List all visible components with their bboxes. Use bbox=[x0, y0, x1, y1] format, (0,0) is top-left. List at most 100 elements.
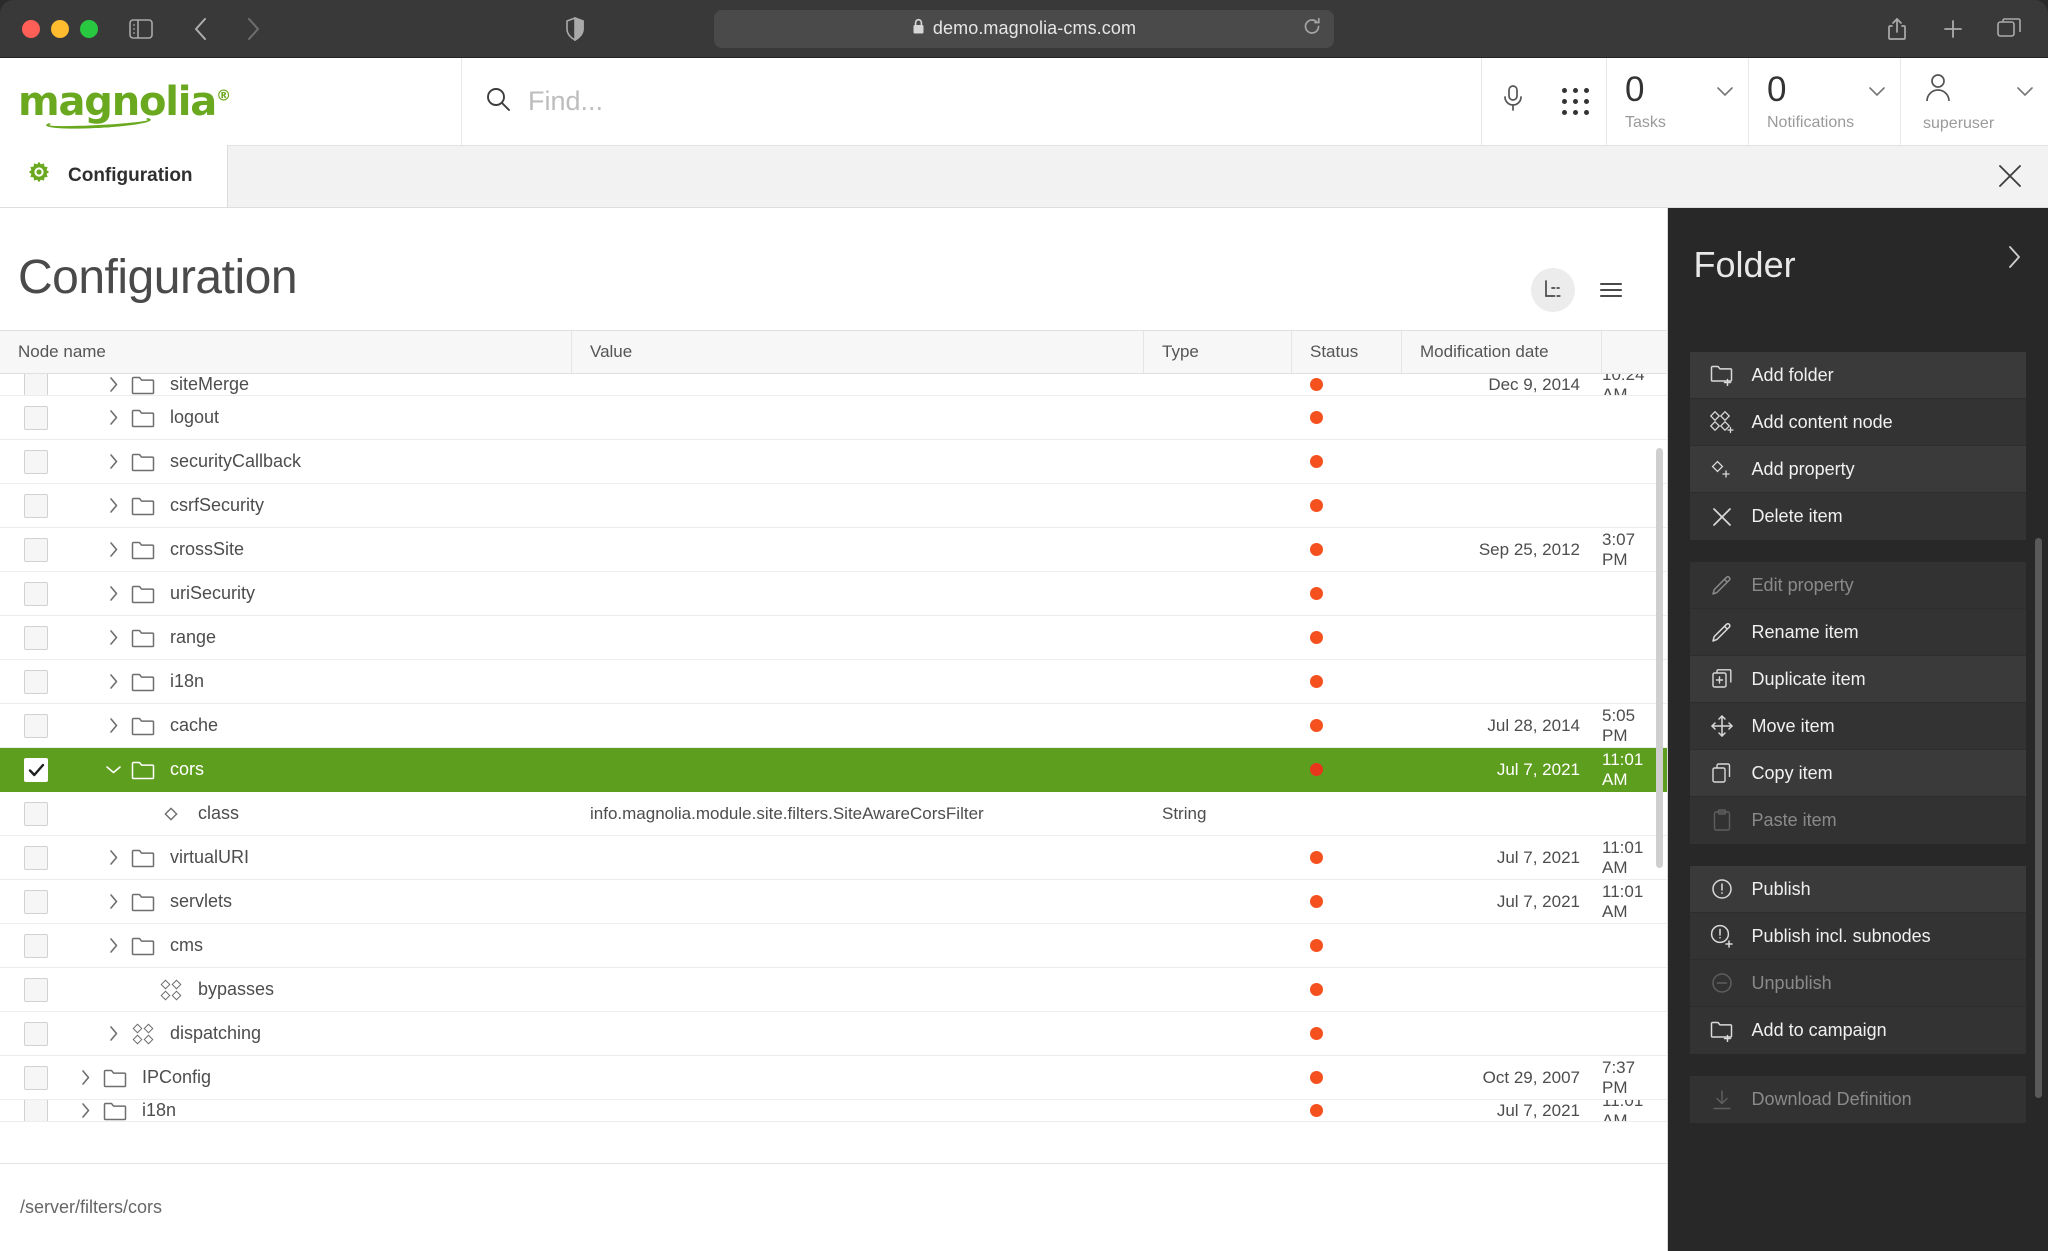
action-duplicate-item[interactable]: Duplicate item bbox=[1690, 656, 2026, 703]
row-checkbox[interactable] bbox=[24, 758, 48, 782]
chevron-down-icon[interactable] bbox=[1716, 84, 1734, 102]
table-row[interactable]: uriSecurity bbox=[0, 572, 1667, 616]
table-row[interactable]: securityCallback bbox=[0, 440, 1667, 484]
minimize-window-button[interactable] bbox=[51, 20, 69, 38]
table-row[interactable]: cms bbox=[0, 924, 1667, 968]
row-checkbox[interactable] bbox=[24, 846, 48, 870]
expand-toggle-icon[interactable] bbox=[100, 764, 126, 775]
table-row[interactable]: bypasses bbox=[0, 968, 1667, 1012]
expand-toggle-icon[interactable] bbox=[100, 376, 126, 393]
action-publish-incl-subnodes[interactable]: Publish incl. subnodes bbox=[1690, 913, 2026, 960]
row-checkbox-cell[interactable] bbox=[0, 836, 72, 879]
maximize-window-button[interactable] bbox=[80, 20, 98, 38]
row-checkbox[interactable] bbox=[24, 538, 48, 562]
action-move-item[interactable]: Move item bbox=[1690, 703, 2026, 750]
node-name-cell[interactable]: crossSite bbox=[72, 528, 572, 571]
address-bar[interactable]: demo.magnolia-cms.com bbox=[714, 10, 1334, 48]
table-row[interactable]: crossSiteSep 25, 20123:07 PM bbox=[0, 528, 1667, 572]
node-name-cell[interactable]: virtualURI bbox=[72, 836, 572, 879]
back-arrow-icon[interactable] bbox=[184, 12, 218, 46]
row-checkbox-cell[interactable] bbox=[0, 1056, 72, 1099]
row-checkbox-cell[interactable] bbox=[0, 484, 72, 527]
row-checkbox[interactable] bbox=[24, 978, 48, 1002]
expand-toggle-icon[interactable] bbox=[100, 673, 126, 690]
action-panel-scrollbar[interactable] bbox=[2035, 538, 2042, 1098]
expand-toggle-icon[interactable] bbox=[100, 893, 126, 910]
column-header-modification-date[interactable]: Modification date bbox=[1402, 331, 1602, 373]
column-header-node-name[interactable]: Node name bbox=[0, 331, 572, 373]
row-checkbox-cell[interactable] bbox=[0, 1100, 72, 1121]
expand-toggle-icon[interactable] bbox=[100, 497, 126, 514]
row-checkbox-cell[interactable] bbox=[0, 792, 72, 835]
node-name-cell[interactable]: cache bbox=[72, 704, 572, 747]
sidebar-toggle-icon[interactable] bbox=[124, 12, 158, 46]
action-copy-item[interactable]: Copy item bbox=[1690, 750, 2026, 797]
list-view-icon[interactable] bbox=[1589, 268, 1633, 312]
chevron-down-icon[interactable] bbox=[1868, 84, 1886, 102]
node-name-cell[interactable]: siteMerge bbox=[72, 374, 572, 395]
global-search[interactable]: Find... bbox=[462, 58, 1482, 145]
node-name-cell[interactable]: range bbox=[72, 616, 572, 659]
table-row[interactable]: dispatching bbox=[0, 1012, 1667, 1056]
node-name-cell[interactable]: cors bbox=[72, 748, 572, 791]
node-name-cell[interactable]: servlets bbox=[72, 880, 572, 923]
table-row[interactable]: range bbox=[0, 616, 1667, 660]
expand-toggle-icon[interactable] bbox=[100, 937, 126, 954]
node-name-cell[interactable]: class bbox=[72, 792, 572, 835]
row-checkbox-cell[interactable] bbox=[0, 396, 72, 439]
row-checkbox[interactable] bbox=[24, 1022, 48, 1046]
table-row[interactable]: i18n bbox=[0, 660, 1667, 704]
expand-toggle-icon[interactable] bbox=[72, 1069, 98, 1086]
action-add-to-campaign[interactable]: Add to campaign bbox=[1690, 1007, 2026, 1054]
row-checkbox[interactable] bbox=[24, 934, 48, 958]
privacy-shield-icon[interactable] bbox=[558, 12, 592, 46]
show-tabs-icon[interactable] bbox=[1992, 12, 2026, 46]
row-checkbox[interactable] bbox=[24, 714, 48, 738]
node-name-cell[interactable]: IPConfig bbox=[72, 1056, 572, 1099]
row-checkbox[interactable] bbox=[24, 1100, 48, 1122]
action-delete-item[interactable]: Delete item bbox=[1690, 493, 2026, 540]
search-input[interactable]: Find... bbox=[528, 86, 603, 117]
row-checkbox-cell[interactable] bbox=[0, 660, 72, 703]
table-row[interactable]: logout bbox=[0, 396, 1667, 440]
new-tab-icon[interactable] bbox=[1936, 12, 1970, 46]
row-checkbox-cell[interactable] bbox=[0, 616, 72, 659]
close-window-button[interactable] bbox=[22, 20, 40, 38]
node-name-cell[interactable]: uriSecurity bbox=[72, 572, 572, 615]
table-row[interactable]: IPConfigOct 29, 20077:37 PM bbox=[0, 1056, 1667, 1100]
voice-search-button[interactable] bbox=[1482, 58, 1544, 145]
table-row[interactable]: csrfSecurity bbox=[0, 484, 1667, 528]
forward-arrow-icon[interactable] bbox=[236, 12, 270, 46]
apps-launcher-button[interactable] bbox=[1544, 58, 1606, 145]
action-add-property[interactable]: Add property bbox=[1690, 446, 2026, 493]
row-checkbox[interactable] bbox=[24, 1066, 48, 1090]
row-checkbox-cell[interactable] bbox=[0, 440, 72, 483]
table-row[interactable]: classinfo.magnolia.module.site.filters.S… bbox=[0, 792, 1667, 836]
table-row[interactable]: servletsJul 7, 202111:01 AM bbox=[0, 880, 1667, 924]
row-checkbox[interactable] bbox=[24, 802, 48, 826]
action-publish[interactable]: Publish bbox=[1690, 866, 2026, 913]
expand-toggle-icon[interactable] bbox=[100, 849, 126, 866]
node-name-cell[interactable]: securityCallback bbox=[72, 440, 572, 483]
row-checkbox[interactable] bbox=[24, 626, 48, 650]
table-row[interactable]: cacheJul 28, 20145:05 PM bbox=[0, 704, 1667, 748]
action-rename-item[interactable]: Rename item bbox=[1690, 609, 2026, 656]
column-header-status[interactable]: Status bbox=[1292, 331, 1402, 373]
row-checkbox-cell[interactable] bbox=[0, 572, 72, 615]
row-checkbox-cell[interactable] bbox=[0, 880, 72, 923]
row-checkbox-cell[interactable] bbox=[0, 748, 72, 791]
row-checkbox[interactable] bbox=[24, 450, 48, 474]
tasks-widget[interactable]: 0 Tasks bbox=[1606, 58, 1748, 145]
reload-icon[interactable] bbox=[1302, 16, 1322, 41]
node-name-cell[interactable]: i18n bbox=[72, 660, 572, 703]
chevron-right-icon[interactable] bbox=[2006, 244, 2022, 275]
notifications-widget[interactable]: 0 Notifications bbox=[1748, 58, 1900, 145]
expand-toggle-icon[interactable] bbox=[100, 585, 126, 602]
expand-toggle-icon[interactable] bbox=[100, 1025, 126, 1042]
column-header-value[interactable]: Value bbox=[572, 331, 1144, 373]
table-row[interactable]: corsJul 7, 202111:01 AM bbox=[0, 748, 1667, 792]
row-checkbox[interactable] bbox=[24, 374, 48, 396]
row-checkbox[interactable] bbox=[24, 582, 48, 606]
node-name-cell[interactable]: bypasses bbox=[72, 968, 572, 1011]
row-checkbox-cell[interactable] bbox=[0, 924, 72, 967]
